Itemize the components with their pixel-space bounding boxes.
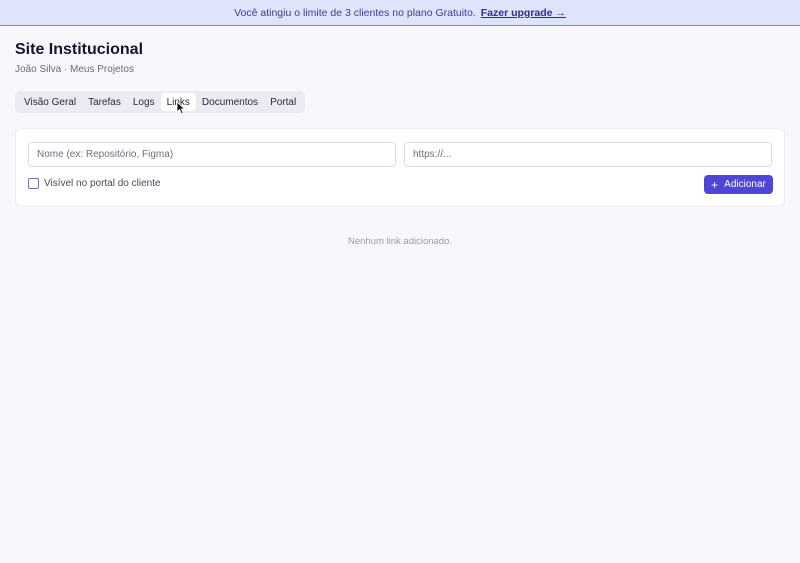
page-title: Site Institucional — [15, 41, 144, 58]
portal-visibility-option[interactable]: Visível no portal do cliente — [28, 178, 161, 189]
tab-visao-geral[interactable]: Visão Geral — [18, 93, 82, 111]
banner-message: Você atingiu o limite de 3 clientes no p… — [234, 6, 476, 19]
tab-logs[interactable]: Logs — [127, 93, 161, 111]
empty-state-message: Nenhum link adicionado. — [347, 236, 453, 247]
portal-visibility-label: Visível no portal do cliente — [44, 178, 161, 189]
project-tabs: Visão Geral Tarefas Logs Links Documento… — [15, 91, 306, 113]
plus-icon: + — [711, 177, 719, 192]
add-link-button[interactable]: + Adicionar — [704, 175, 773, 194]
link-url-input[interactable]: https://... — [404, 142, 772, 167]
upgrade-banner: Você atingiu o limite de 3 clientes no p… — [0, 0, 800, 26]
tab-documentos[interactable]: Documentos — [196, 93, 264, 111]
tab-tarefas[interactable]: Tarefas — [82, 93, 127, 111]
upgrade-link[interactable]: Fazer upgrade → — [481, 7, 566, 19]
add-link-button-label: Adicionar — [724, 179, 766, 190]
mouse-cursor-icon — [176, 101, 186, 115]
portal-visibility-checkbox[interactable] — [28, 178, 39, 189]
tab-portal[interactable]: Portal — [264, 93, 302, 111]
add-link-card: Nome (ex: Repositório, Figma) https://..… — [15, 128, 785, 207]
breadcrumb: João Silva · Meus Projetos — [15, 64, 134, 75]
link-name-input[interactable]: Nome (ex: Repositório, Figma) — [28, 142, 396, 167]
